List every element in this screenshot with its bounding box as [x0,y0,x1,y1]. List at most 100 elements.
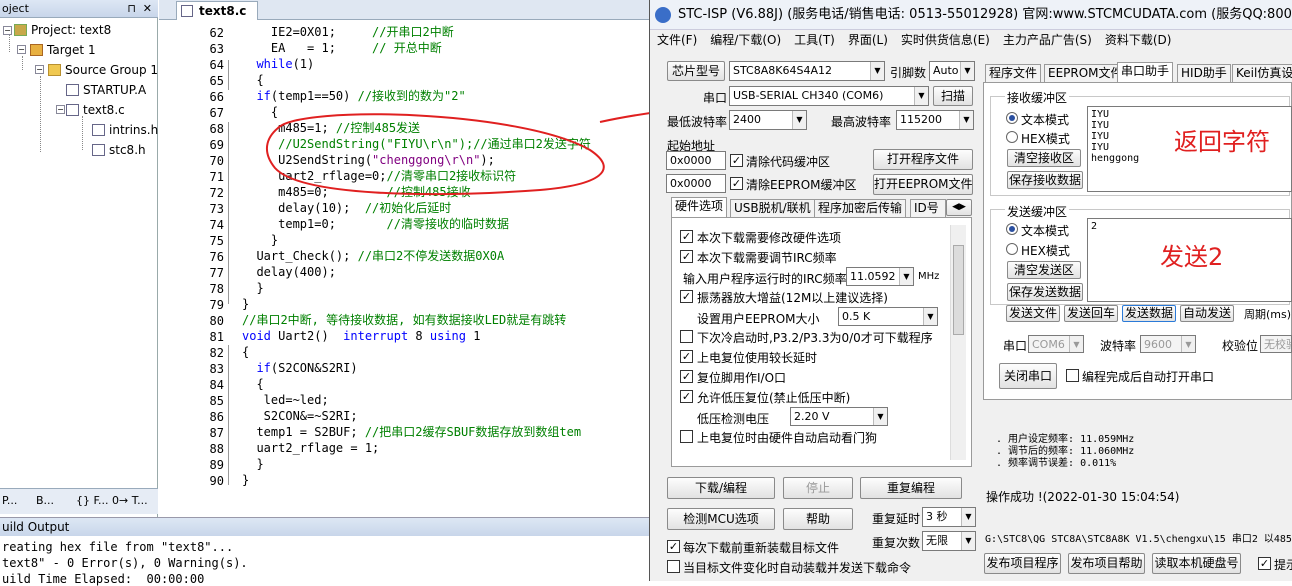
menu-tools[interactable]: 工具(T) [794,33,835,47]
menu-downloads[interactable]: 资料下载(D) [1105,33,1172,47]
recv-text-mode-radio[interactable] [1006,112,1018,124]
menu-program[interactable]: 编程/下载(O) [710,33,781,47]
chevron-down-icon: ▼ [870,62,884,80]
com-select[interactable]: COM6 ▼ [1028,335,1084,353]
clear-receive-button[interactable]: 清空接收区 [1007,149,1081,167]
menu-file[interactable]: 文件(F) [657,33,697,47]
chip-model-button[interactable]: 芯片型号 [667,61,725,81]
auto-open-port-checkbox[interactable] [1066,369,1079,382]
download-button[interactable]: 下载/编程 [667,477,775,499]
help-button[interactable]: 帮助 [783,508,853,530]
send-enter-button[interactable]: 发送回车 [1064,305,1118,322]
project-path: G:\STC8\QG STC8A\STC8A8K V1.5\chengxu\15… [985,534,1292,545]
open-eeprom-button[interactable]: 打开EEPROM文件 [873,174,973,195]
tab-id[interactable]: ID号 [910,199,946,217]
max-baud-label: 最高波特率 [831,115,892,129]
irc-label: 输入用户程序运行时的IRC频率 [683,272,847,286]
save-receive-button[interactable]: 保存接收数据 [1007,171,1083,189]
option-label: 复位脚用作I/O口 [697,371,787,385]
option-checkbox[interactable]: ✓ [680,350,693,363]
repeat-count-label: 重复次数 [872,536,921,550]
eeprom-size-select[interactable]: 0.5 K ▼ [838,307,938,326]
option-checkbox[interactable]: ✓ [680,390,693,403]
tab-hardware-options[interactable]: 硬件选项 [671,197,728,217]
reload-checkbox[interactable]: ✓ [667,540,680,553]
publish-program-button[interactable]: 发布项目程序 [984,553,1061,574]
tab-keil-sim[interactable]: Keil仿真设 [1232,64,1292,82]
read-disk-button[interactable]: 读取本机硬盘号 [1152,553,1241,574]
pins-select[interactable]: Auto ▼ [929,61,975,81]
code-address-input[interactable]: 0x0000 [666,151,726,170]
chevron-down-icon: ▼ [923,308,937,325]
repeat-delay-label: 重复延时 [872,512,921,526]
option-checkbox[interactable] [680,430,693,443]
port-select[interactable]: USB-SERIAL CH340 (COM6) ▼ [729,86,929,106]
parity-select[interactable]: 无校验 [1260,335,1292,353]
annotation-returned-chars: 返回字符 [1174,128,1270,156]
irc-select[interactable]: 11.0592 ▼ [846,267,914,286]
menu-supply[interactable]: 实时供货信息(E) [901,33,990,47]
auto-send-button[interactable]: 自动发送 [1180,305,1234,322]
irc-unit: MHz [918,271,940,282]
menu-products[interactable]: 主力产品广告(S) [1003,33,1092,47]
max-baud-select[interactable]: 115200 ▼ [896,110,974,130]
clear-send-button[interactable]: 清空发送区 [1007,261,1081,279]
baud-select[interactable]: 9600 ▼ [1140,335,1196,353]
close-port-button[interactable]: 关闭串口 [999,363,1057,389]
chip-model-select[interactable]: STC8A8K64S4A12 ▼ [729,61,885,81]
option-label: 振荡器放大增益(12M以上建议选择) [697,291,888,305]
repeat-delay-select[interactable]: 3 秒 ▼ [922,507,976,527]
annotation-send-two: 发送2 [1160,243,1224,271]
com-label: 串口 [1003,339,1028,353]
reprogram-button[interactable]: 重复编程 [860,477,962,499]
tab-serial-assistant[interactable]: 串口助手 [1117,62,1174,82]
option-label: 上电复位时由硬件自动启动看门狗 [697,431,878,445]
lvd-label: 低压检测电压 [697,412,770,426]
recv-text-mode-label: 文本模式 [1021,113,1070,127]
parity-label: 校验位 [1222,339,1259,353]
period-label: 周期(ms) [1244,308,1292,321]
tab-eeprom-file[interactable]: EEPROM文件 [1044,64,1127,82]
chevron-down-icon: ▼ [914,87,928,105]
send-data-button[interactable]: 发送数据 [1122,305,1176,322]
option-checkbox[interactable]: ✓ [680,290,693,303]
publish-help-button[interactable]: 发布项目帮助 [1068,553,1145,574]
options-scrollbar[interactable] [950,225,966,460]
clear-eeprom-checkbox[interactable]: ✓ [730,177,743,190]
hint-checkbox[interactable]: ✓ [1258,557,1271,570]
lvd-select[interactable]: 2.20 V ▼ [790,407,888,426]
tab-encrypted-transfer[interactable]: 程序加密后传输 [814,199,907,217]
clear-code-checkbox[interactable]: ✓ [730,154,743,167]
tab-usb-offline[interactable]: USB脱机/联机 [730,199,815,217]
option-checkbox[interactable]: ✓ [680,230,693,243]
eeprom-address-input[interactable]: 0x0000 [666,174,726,193]
chevron-down-icon: ▼ [959,111,973,129]
status-line: . 频率调节误差: 0.011% [996,458,1117,469]
repeat-count-select[interactable]: 无限 ▼ [922,531,976,551]
clear-eeprom-label: 清除EEPROM缓冲区 [746,178,857,192]
option-checkbox[interactable]: ✓ [680,370,693,383]
send-file-button[interactable]: 发送文件 [1006,305,1060,322]
detect-mcu-button[interactable]: 检测MCU选项 [667,508,775,530]
send-text-mode-radio[interactable] [1006,223,1018,235]
menu-interface[interactable]: 界面(L) [848,33,888,47]
save-send-button[interactable]: 保存发送数据 [1007,283,1083,301]
tab-hid-assistant[interactable]: HID助手 [1177,64,1231,82]
tab-program-file[interactable]: 程序文件 [985,64,1042,82]
send-text-mode-label: 文本模式 [1021,224,1070,238]
min-baud-select[interactable]: 2400 ▼ [729,110,807,130]
option-label: 上电复位使用较长延时 [697,351,818,365]
auto-send-checkbox[interactable] [667,560,680,573]
option-checkbox[interactable]: ✓ [680,250,693,263]
stop-button[interactable]: 停止 [783,477,853,499]
tab-scroll-arrows[interactable]: ◀▶ [946,199,972,216]
recv-hex-mode-radio[interactable] [1006,131,1018,143]
scan-button[interactable]: 扫描 [933,86,973,106]
chevron-down-icon: ▼ [792,111,806,129]
recv-hex-mode-label: HEX模式 [1021,132,1070,146]
send-hex-mode-radio[interactable] [1006,243,1018,255]
send-group-title: 发送缓冲区 [1005,203,1070,220]
option-checkbox[interactable] [680,330,693,343]
open-program-button[interactable]: 打开程序文件 [873,149,973,170]
operation-status: 操作成功 !(2022-01-30 15:04:54) [986,490,1180,504]
